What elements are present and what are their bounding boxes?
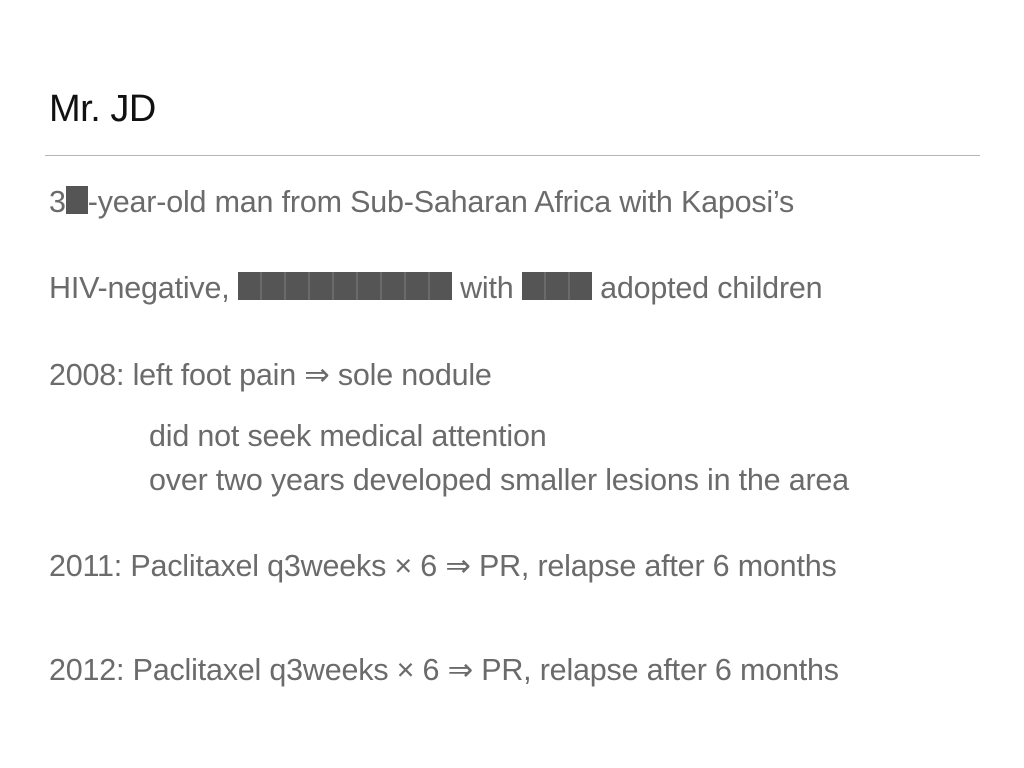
history-2008-detail-1: did not seek medical attention (149, 419, 547, 453)
history-2012-line: 2012: Paclitaxel q3weeks × 6 ⇒ PR, relap… (49, 653, 839, 687)
redacted-count-block (521, 272, 592, 300)
age-suffix: -year-old man from Sub-Saharan Africa wi… (87, 185, 795, 219)
patient-age-line: 3 -year-old man from Sub-Saharan Africa w… (49, 182, 794, 222)
redacted-age-block (65, 186, 88, 214)
redacted-marital-block (237, 272, 452, 300)
history-2008-detail-2: over two years developed smaller lesions… (149, 463, 849, 497)
slide: Mr. JD 3 -year-old man from Sub-Saharan A… (0, 0, 1024, 768)
age-prefix: 3 (49, 185, 66, 219)
children-text: adopted children (600, 271, 823, 305)
history-2008-line: 2008: left foot pain ⇒ sole nodule (49, 358, 492, 392)
hiv-status-text: HIV-negative, (49, 271, 230, 305)
history-2011-line: 2011: Paclitaxel q3weeks × 6 ⇒ PR, relap… (49, 549, 837, 583)
hiv-status-line: HIV-negative, with adopted children (49, 268, 823, 308)
with-text: with (460, 271, 514, 305)
title-divider (45, 155, 980, 156)
slide-title: Mr. JD (49, 88, 156, 130)
